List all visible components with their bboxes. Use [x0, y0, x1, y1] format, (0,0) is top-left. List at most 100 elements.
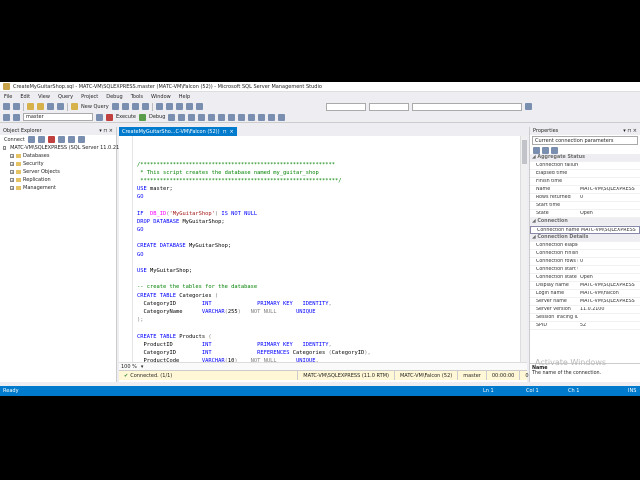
expand-icon[interactable]: + [10, 186, 14, 190]
property-row[interactable]: Session Tracing ID [530, 314, 640, 322]
cancel-query-icon[interactable] [168, 113, 176, 121]
scrollbar-thumb[interactable] [522, 140, 527, 164]
property-row[interactable]: Connection failures [530, 162, 640, 170]
find-icon[interactable] [524, 103, 532, 110]
database-selector[interactable]: master [23, 113, 93, 121]
tree-node-management[interactable]: + Management [3, 184, 116, 192]
expand-icon[interactable]: + [10, 170, 14, 174]
property-row[interactable]: Connection elapse [530, 242, 640, 250]
results-grid-icon[interactable] [228, 113, 236, 121]
tree-node-security[interactable]: + Security [3, 160, 116, 168]
pin-icon[interactable]: ▾ ⊓ × [99, 128, 113, 134]
menu-debug[interactable]: Debug [106, 94, 122, 100]
database-query-icon[interactable] [111, 103, 119, 110]
property-row[interactable]: Elapsed time [530, 170, 640, 178]
forward-icon[interactable] [13, 103, 20, 110]
properties-object-selector[interactable]: Current connection parameters [532, 136, 638, 145]
change-connection-icon[interactable] [13, 113, 20, 121]
execute-icon[interactable] [106, 113, 113, 121]
comment-icon[interactable] [248, 113, 256, 121]
menu-edit[interactable]: Edit [20, 94, 30, 100]
parse-icon[interactable] [178, 113, 186, 121]
property-row[interactable]: Connection name MATC-VM\SQLEXPRESS [530, 226, 640, 234]
connect-object-icon[interactable] [27, 136, 35, 143]
menu-query[interactable]: Query [58, 94, 73, 100]
property-pages-icon[interactable] [551, 146, 558, 154]
disconnect-icon[interactable] [37, 136, 45, 143]
cut-icon[interactable] [155, 103, 163, 110]
back-icon[interactable] [3, 103, 10, 110]
property-row[interactable]: Start time [530, 202, 640, 210]
property-row[interactable]: Name MATC-VM\SQLEXPRESS [530, 186, 640, 194]
menu-view[interactable]: View [38, 94, 50, 100]
property-category[interactable]: ◢ Connection [530, 218, 640, 226]
query-designer-icon[interactable] [198, 113, 206, 121]
xmla-query-icon[interactable] [141, 103, 149, 110]
new-query-icon[interactable] [71, 103, 78, 110]
pin-icon[interactable]: ▾ ⊓ × [623, 128, 637, 134]
copy-icon[interactable] [165, 103, 173, 110]
property-category[interactable]: ◢ Connection Details [530, 234, 640, 242]
property-row[interactable]: Display name MATC-VM\SQLEXPRESS [530, 282, 640, 290]
save-all-icon[interactable] [57, 103, 64, 110]
menu-window[interactable]: Window [151, 94, 171, 100]
close-icon[interactable]: × [229, 129, 233, 135]
property-row[interactable]: Rows returned 0 [530, 194, 640, 202]
tree-node-server-objects[interactable]: + Server Objects [3, 168, 116, 176]
categorized-icon[interactable] [533, 146, 540, 154]
results-file-icon[interactable] [238, 113, 246, 121]
new-query-button[interactable]: New Query [81, 104, 109, 110]
uncomment-icon[interactable] [258, 113, 266, 121]
solution-config-dropdown[interactable] [325, 102, 366, 111]
open-folder-icon[interactable] [37, 103, 44, 110]
chevron-down-icon[interactable]: ▾ [141, 364, 144, 370]
solution-platform-dropdown[interactable] [368, 102, 409, 111]
refresh-icon[interactable] [67, 136, 75, 143]
new-file-icon[interactable] [27, 103, 34, 110]
tree-node-server[interactable]: - MATC-VM\SQLEXPRESS (SQL Server 11.0.21… [3, 144, 173, 152]
property-row[interactable]: Connection start tin [530, 266, 640, 274]
property-category[interactable]: ◢ Aggregate Status [530, 154, 640, 162]
save-icon[interactable] [47, 103, 54, 110]
menu-project[interactable]: Project [81, 94, 98, 100]
property-row[interactable]: Login name MATC-VM\Falcon [530, 290, 640, 298]
expand-icon[interactable]: + [10, 178, 14, 182]
analysis-query-icon[interactable] [121, 103, 129, 110]
property-row[interactable]: Finish time [530, 178, 640, 186]
menu-help[interactable]: Help [179, 94, 190, 100]
increase-indent-icon[interactable] [278, 113, 286, 121]
tree-node-replication[interactable]: + Replication [3, 176, 116, 184]
tree-node-databases[interactable]: + Databases [3, 152, 116, 160]
editor-vertical-scrollbar[interactable] [520, 136, 527, 362]
display-plan-icon[interactable] [188, 113, 196, 121]
property-row[interactable]: Connection Finish t [530, 250, 640, 258]
property-row[interactable]: Connection rows re 0 [530, 258, 640, 266]
property-row[interactable]: Server version 11.0.2100 [530, 306, 640, 314]
property-row[interactable]: Connection state Open [530, 274, 640, 282]
summary-icon[interactable] [77, 136, 85, 143]
expand-icon[interactable]: + [10, 162, 14, 166]
find-input[interactable] [411, 102, 522, 111]
alphabetical-icon[interactable] [542, 146, 549, 154]
zoom-level[interactable]: 100 % [121, 364, 137, 370]
execute-button[interactable]: Execute [116, 114, 136, 120]
include-plan-icon[interactable] [208, 113, 216, 121]
paste-icon[interactable] [175, 103, 183, 110]
menu-file[interactable]: File [4, 94, 12, 100]
chevron-down-icon[interactable] [96, 113, 103, 121]
mdx-query-icon[interactable] [131, 103, 139, 110]
sql-code-editor[interactable]: /***************************************… [119, 136, 519, 362]
debug-icon[interactable] [139, 113, 146, 121]
undo-icon[interactable] [185, 103, 193, 110]
connect-button[interactable]: Connect [4, 137, 25, 143]
results-text-icon[interactable] [218, 113, 226, 121]
pin-icon[interactable]: ⊓ [223, 129, 227, 135]
property-row[interactable]: State Open [530, 210, 640, 218]
stop-icon[interactable] [47, 136, 55, 143]
property-row[interactable]: Server name MATC-VM\SQLEXPRESS [530, 298, 640, 306]
collapse-icon[interactable]: - [3, 146, 7, 150]
menu-tools[interactable]: Tools [131, 94, 143, 100]
property-row[interactable]: SPID 52 [530, 322, 640, 330]
tab-create-my-guitar-shop[interactable]: CreateMyGuitarSho...C-VM\Falcon (52)) ⊓ … [119, 127, 237, 136]
debug-button[interactable]: Debug [149, 114, 165, 120]
